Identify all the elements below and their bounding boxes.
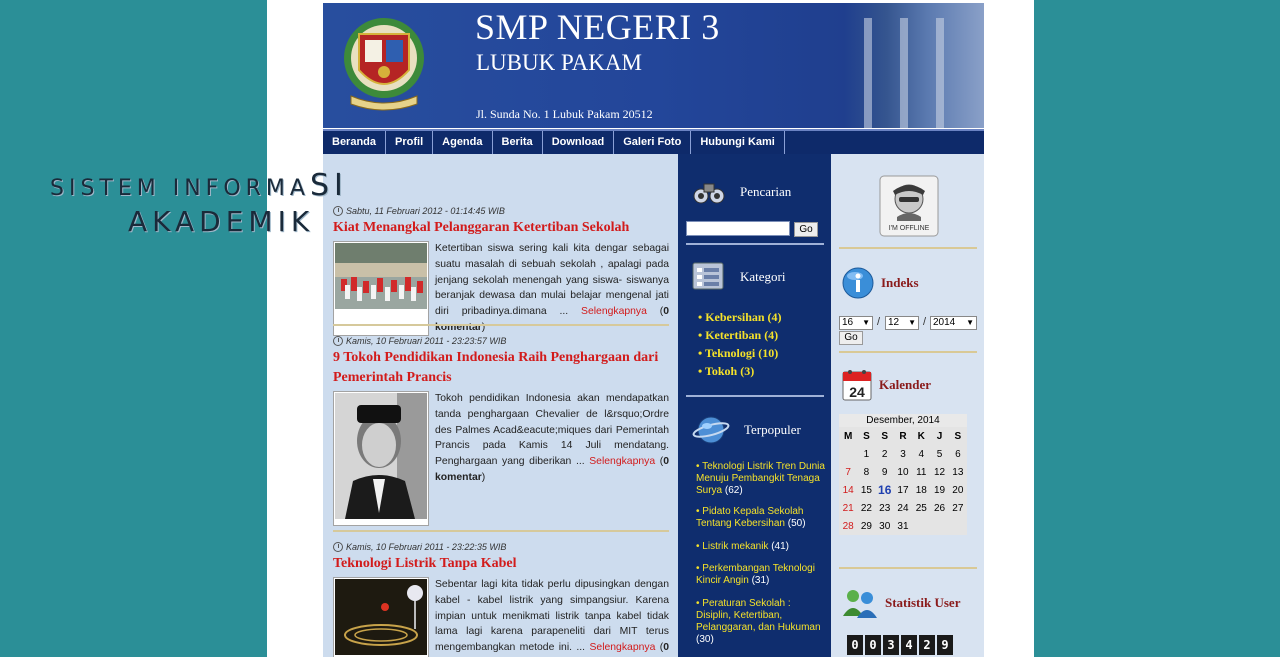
popular-link[interactable]: • Listrik mekanik (41) [696,541,826,553]
clock-icon [333,206,343,216]
indeks-heading: Indeks [841,266,919,300]
page-frame: SMP NEGERI 3 LUBUK PAKAM Jl. Sunda No. 1… [267,0,1034,657]
month-select[interactable]: 12 ▼ [885,316,919,330]
article-title[interactable]: Kiat Menangkal Pelanggaran Ketertiban Se… [333,218,669,238]
search-go-button[interactable]: Go [794,222,818,237]
category-link[interactable]: • Teknologi (10) [698,346,778,361]
calendar-icon: 24 [842,370,872,401]
read-more-link[interactable]: Selengkapnya [589,456,655,467]
overlay-title-line2: AKADEMIK [128,205,315,238]
main-nav: Beranda Profil Agenda Berita Download Ga… [323,129,984,156]
visitor-counter: 0 0 3 4 2 9 [847,635,953,655]
calendar-caption: Desember, 2014 [839,414,967,427]
kategori-heading: Kategori [692,261,785,293]
article-thumbnail[interactable] [333,241,429,336]
article-excerpt: Sebentar lagi kita tidak perlu dipusingk… [435,577,669,657]
calendar-week: 14 15 16 17 18 19 20 [842,483,964,497]
calendar-week: 21 22 23 24 25 26 27 [842,502,964,514]
offline-status-icon: I'M OFFLINE [879,175,939,237]
site: SMP NEGERI 3 LUBUK PAKAM Jl. Sunda No. 1… [323,3,984,657]
header-banner: SMP NEGERI 3 LUBUK PAKAM Jl. Sunda No. 1… [323,3,984,128]
popular-link[interactable]: • Pidato Kepala Sekolah Tentang Kebersih… [696,506,826,530]
school-logo [344,18,424,111]
nav-beranda[interactable]: Beranda [323,131,387,156]
article-divider [333,530,669,532]
kalender-heading: 24 Kalender [841,368,931,402]
site-title: SMP NEGERI 3 [475,7,720,47]
nav-hubungi-kami[interactable]: Hubungi Kami [691,131,785,156]
article-date: Kamis, 10 Februari 2011 - 23:23:57 WIB [333,336,669,346]
overlay-title-line1: SISTEM INFORMASI [50,168,348,203]
search-heading: Pencarian [692,178,791,206]
year-select[interactable]: 2014 ▼ [930,316,977,330]
nav-agenda[interactable]: Agenda [433,131,493,156]
article-item: Kamis, 10 Februari 2011 - 23:23:57 WIB 9… [333,336,669,526]
category-link[interactable]: • Ketertiban (4) [698,328,778,343]
article-excerpt: Tokoh pendidikan Indonesia akan mendapat… [435,393,669,483]
nav-profil[interactable]: Profil [386,131,434,156]
index-go-button[interactable]: Go [839,331,863,345]
sidebar-divider [686,395,824,397]
clock-icon [333,336,343,346]
clock-icon [333,542,343,552]
sidebar-divider [839,351,977,353]
article-thumbnail[interactable] [333,391,429,526]
popular-link[interactable]: • Perkembangan Teknologi Kincir Angin (3… [696,563,826,587]
article-thumbnail[interactable] [333,577,429,657]
binoculars-icon [693,183,725,204]
info-icon [842,267,874,299]
nav-berita[interactable]: Berita [493,131,543,156]
read-more-link[interactable]: Selengkapnya [589,642,655,653]
popular-link[interactable]: • Teknologi Listrik Tren Dunia Menuju Pe… [696,461,826,497]
svg-text:24: 24 [849,384,865,400]
nav-galeri-foto[interactable]: Galeri Foto [614,131,692,156]
statistik-heading: Statistik User [841,586,960,620]
search-input[interactable] [686,221,790,236]
terpopuler-heading: Terpopuler [692,414,801,446]
users-icon [843,590,877,618]
svg-text:I'M OFFLINE: I'M OFFLINE [889,225,930,232]
sidebar-middle: Pencarian Go Kategori • Kebersihan (4) •… [678,154,831,657]
article-title[interactable]: Teknologi Listrik Tanpa Kabel [333,554,669,574]
site-address: Jl. Sunda No. 1 Lubuk Pakam 20512 [476,107,653,121]
article-date: Kamis, 10 Februari 2011 - 23:22:35 WIB [333,542,669,552]
category-list-icon [692,262,724,290]
day-select[interactable]: 16 ▼ [839,316,873,330]
site-subtitle: LUBUK PAKAM [476,50,642,75]
calendar-week: 7 8 9 10 11 12 13 [845,466,964,478]
globe-icon [692,416,730,444]
sidebar-divider [839,567,977,569]
category-link[interactable]: • Tokoh (3) [698,364,754,379]
article-item: Kamis, 10 Februari 2011 - 23:22:35 WIB T… [333,542,669,657]
calendar-widget: Desember, 2014 MSSRKJS 123456 7 8 9 10 11 12 1… [839,414,967,535]
calendar-week: 123456 [863,448,961,460]
sidebar-divider [686,243,824,245]
category-link[interactable]: • Kebersihan (4) [698,310,782,325]
nav-download[interactable]: Download [543,131,615,156]
read-more-link[interactable]: Selengkapnya [581,306,647,317]
article-item: Sabtu, 11 Februari 2012 - 01:14:45 WIB K… [333,206,669,336]
article-title[interactable]: 9 Tokoh Pendidikan Indonesia Raih Pengha… [333,348,669,388]
header-photo [844,3,984,128]
calendar-weekdays: MSSRKJS [843,430,962,442]
article-date: Sabtu, 11 Februari 2012 - 01:14:45 WIB [333,206,669,216]
calendar-today: 16 [878,483,892,497]
popular-link[interactable]: • Peraturan Sekolah : Disiplin, Ketertib… [696,598,826,646]
sidebar-right: I'M OFFLINE Indeks 16 ▼ / 12 ▼ / 2014 ▼ Go [831,154,984,657]
main-content: Sabtu, 11 Februari 2012 - 01:14:45 WIB K… [323,154,678,657]
article-divider [333,324,669,326]
article-excerpt: Ketertiban siswa sering kali kita dengar… [435,243,670,333]
sidebar-divider [839,247,977,249]
calendar-week: 28 29 30 31 [842,520,909,532]
